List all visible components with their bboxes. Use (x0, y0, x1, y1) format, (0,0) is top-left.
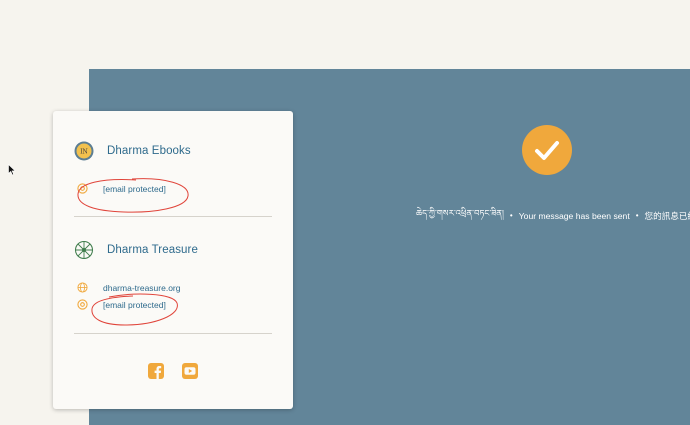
success-message-english: Your message has been sent (518, 210, 630, 221)
success-message-chinese: 您的訊息已經寄出 (644, 210, 690, 221)
youtube-icon[interactable] (182, 363, 198, 379)
org-header-dharma-ebooks: IN Dharma Ebooks (74, 141, 191, 161)
email-link-dharma-ebooks[interactable]: [email protected] (103, 184, 166, 194)
org-name-dharma-ebooks[interactable]: Dharma Ebooks (107, 145, 191, 157)
separator-dot: • (509, 211, 513, 220)
divider (74, 216, 272, 217)
dharma-wheel-logo-icon (74, 240, 94, 260)
globe-icon (77, 282, 88, 293)
svg-text:IN: IN (80, 148, 88, 155)
email-link-dharma-treasure[interactable]: [email protected] (103, 300, 166, 310)
email-at-icon (77, 299, 88, 310)
red-circle-annotation (91, 293, 178, 326)
separator-dot: • (635, 211, 639, 220)
success-message: ཆེད་ཀྱི་གསར་འཕྲིན་བཏང་ཟིན། • Your messag… (416, 203, 690, 228)
website-link-dharma-treasure[interactable]: dharma-treasure.org (103, 283, 180, 293)
website-row-dharma-treasure: dharma-treasure.org (77, 282, 180, 293)
email-row-dharma-treasure: [email protected] (77, 299, 166, 310)
contact-info-card: IN Dharma Ebooks [email protected] Dharm… (53, 111, 293, 409)
email-row-dharma-ebooks: [email protected] (77, 183, 166, 194)
facebook-icon[interactable] (148, 363, 164, 379)
email-at-icon (77, 183, 88, 194)
org-name-dharma-treasure[interactable]: Dharma Treasure (107, 244, 198, 256)
divider (74, 333, 272, 334)
dharma-ebooks-logo-icon: IN (74, 141, 94, 161)
success-message-tibetan: ཆེད་ཀྱི་གསར་འཕྲིན་བཏང་ཟིན། (416, 208, 504, 218)
success-check-badge (522, 125, 572, 175)
red-circle-annotation (77, 178, 189, 213)
mouse-cursor-icon (8, 164, 16, 176)
org-header-dharma-treasure: Dharma Treasure (74, 240, 198, 260)
checkmark-icon (535, 141, 559, 160)
